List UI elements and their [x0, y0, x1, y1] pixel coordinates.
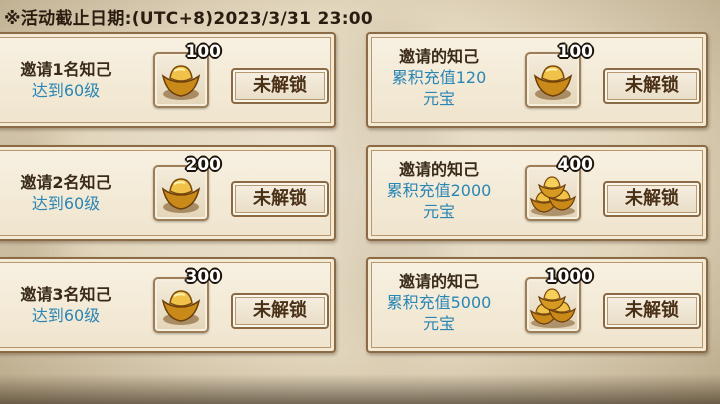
- card-title: 邀请的知己: [398, 272, 479, 291]
- locked-button[interactable]: 未解锁: [603, 68, 701, 104]
- card-condition: 累积充值120: [391, 68, 487, 87]
- gold-ingot-pile-icon[interactable]: 1000: [525, 267, 593, 333]
- reward-amount: 200: [185, 155, 222, 175]
- gold-ingot-icon[interactable]: 100: [525, 42, 593, 108]
- locked-button[interactable]: 未解锁: [603, 293, 701, 329]
- card-title: 邀请1名知己: [20, 60, 112, 79]
- bottom-shadow-edge: [0, 374, 720, 404]
- gold-ingot-pile-icon[interactable]: 400: [525, 155, 593, 221]
- reward-card-invite-2: 邀请2名知己 达到60级 200 未解锁: [0, 145, 336, 241]
- locked-button[interactable]: 未解锁: [231, 181, 329, 217]
- gold-ingot-icon[interactable]: 100: [153, 42, 221, 108]
- reward-card-recharge-120: 邀请的知己 累积充值120 元宝 100 未解锁: [366, 32, 708, 128]
- card-title: 邀请的知己: [398, 47, 479, 66]
- reward-amount: 100: [557, 42, 594, 62]
- locked-button[interactable]: 未解锁: [231, 68, 329, 104]
- card-condition-unit: 元宝: [422, 202, 455, 221]
- reward-card-recharge-2000: 邀请的知己 累积充值2000 元宝 400 未解锁: [366, 145, 708, 241]
- card-condition-unit: 元宝: [422, 314, 455, 333]
- reward-amount: 100: [185, 42, 222, 62]
- reward-amount: 400: [557, 155, 594, 175]
- reward-card-recharge-5000: 邀请的知己 累积充值5000 元宝 1000 未解锁: [366, 257, 708, 353]
- card-title: 邀请3名知己: [20, 285, 112, 304]
- card-title: 邀请的知己: [398, 160, 479, 179]
- card-condition: 达到60级: [31, 194, 101, 213]
- gold-ingot-icon[interactable]: 300: [153, 267, 221, 333]
- card-condition: 达到60级: [31, 306, 101, 325]
- card-condition: 累积充值5000: [386, 293, 492, 312]
- reward-amount: 1000: [545, 267, 593, 287]
- reward-amount: 300: [185, 267, 222, 287]
- gold-ingot-icon[interactable]: 200: [153, 155, 221, 221]
- reward-card-invite-1: 邀请1名知己 达到60级 100 未解锁: [0, 32, 336, 128]
- locked-button[interactable]: 未解锁: [603, 181, 701, 217]
- card-condition: 达到60级: [31, 81, 101, 100]
- card-condition: 累积充值2000: [386, 181, 492, 200]
- reward-card-invite-3: 邀请3名知己 达到60级 300 未解锁: [0, 257, 336, 353]
- card-condition-unit: 元宝: [422, 89, 455, 108]
- locked-button[interactable]: 未解锁: [231, 293, 329, 329]
- event-deadline-text: ※活动截止日期:(UTC+8)2023/3/31 23:00: [4, 9, 374, 29]
- card-title: 邀请2名知己: [20, 173, 112, 192]
